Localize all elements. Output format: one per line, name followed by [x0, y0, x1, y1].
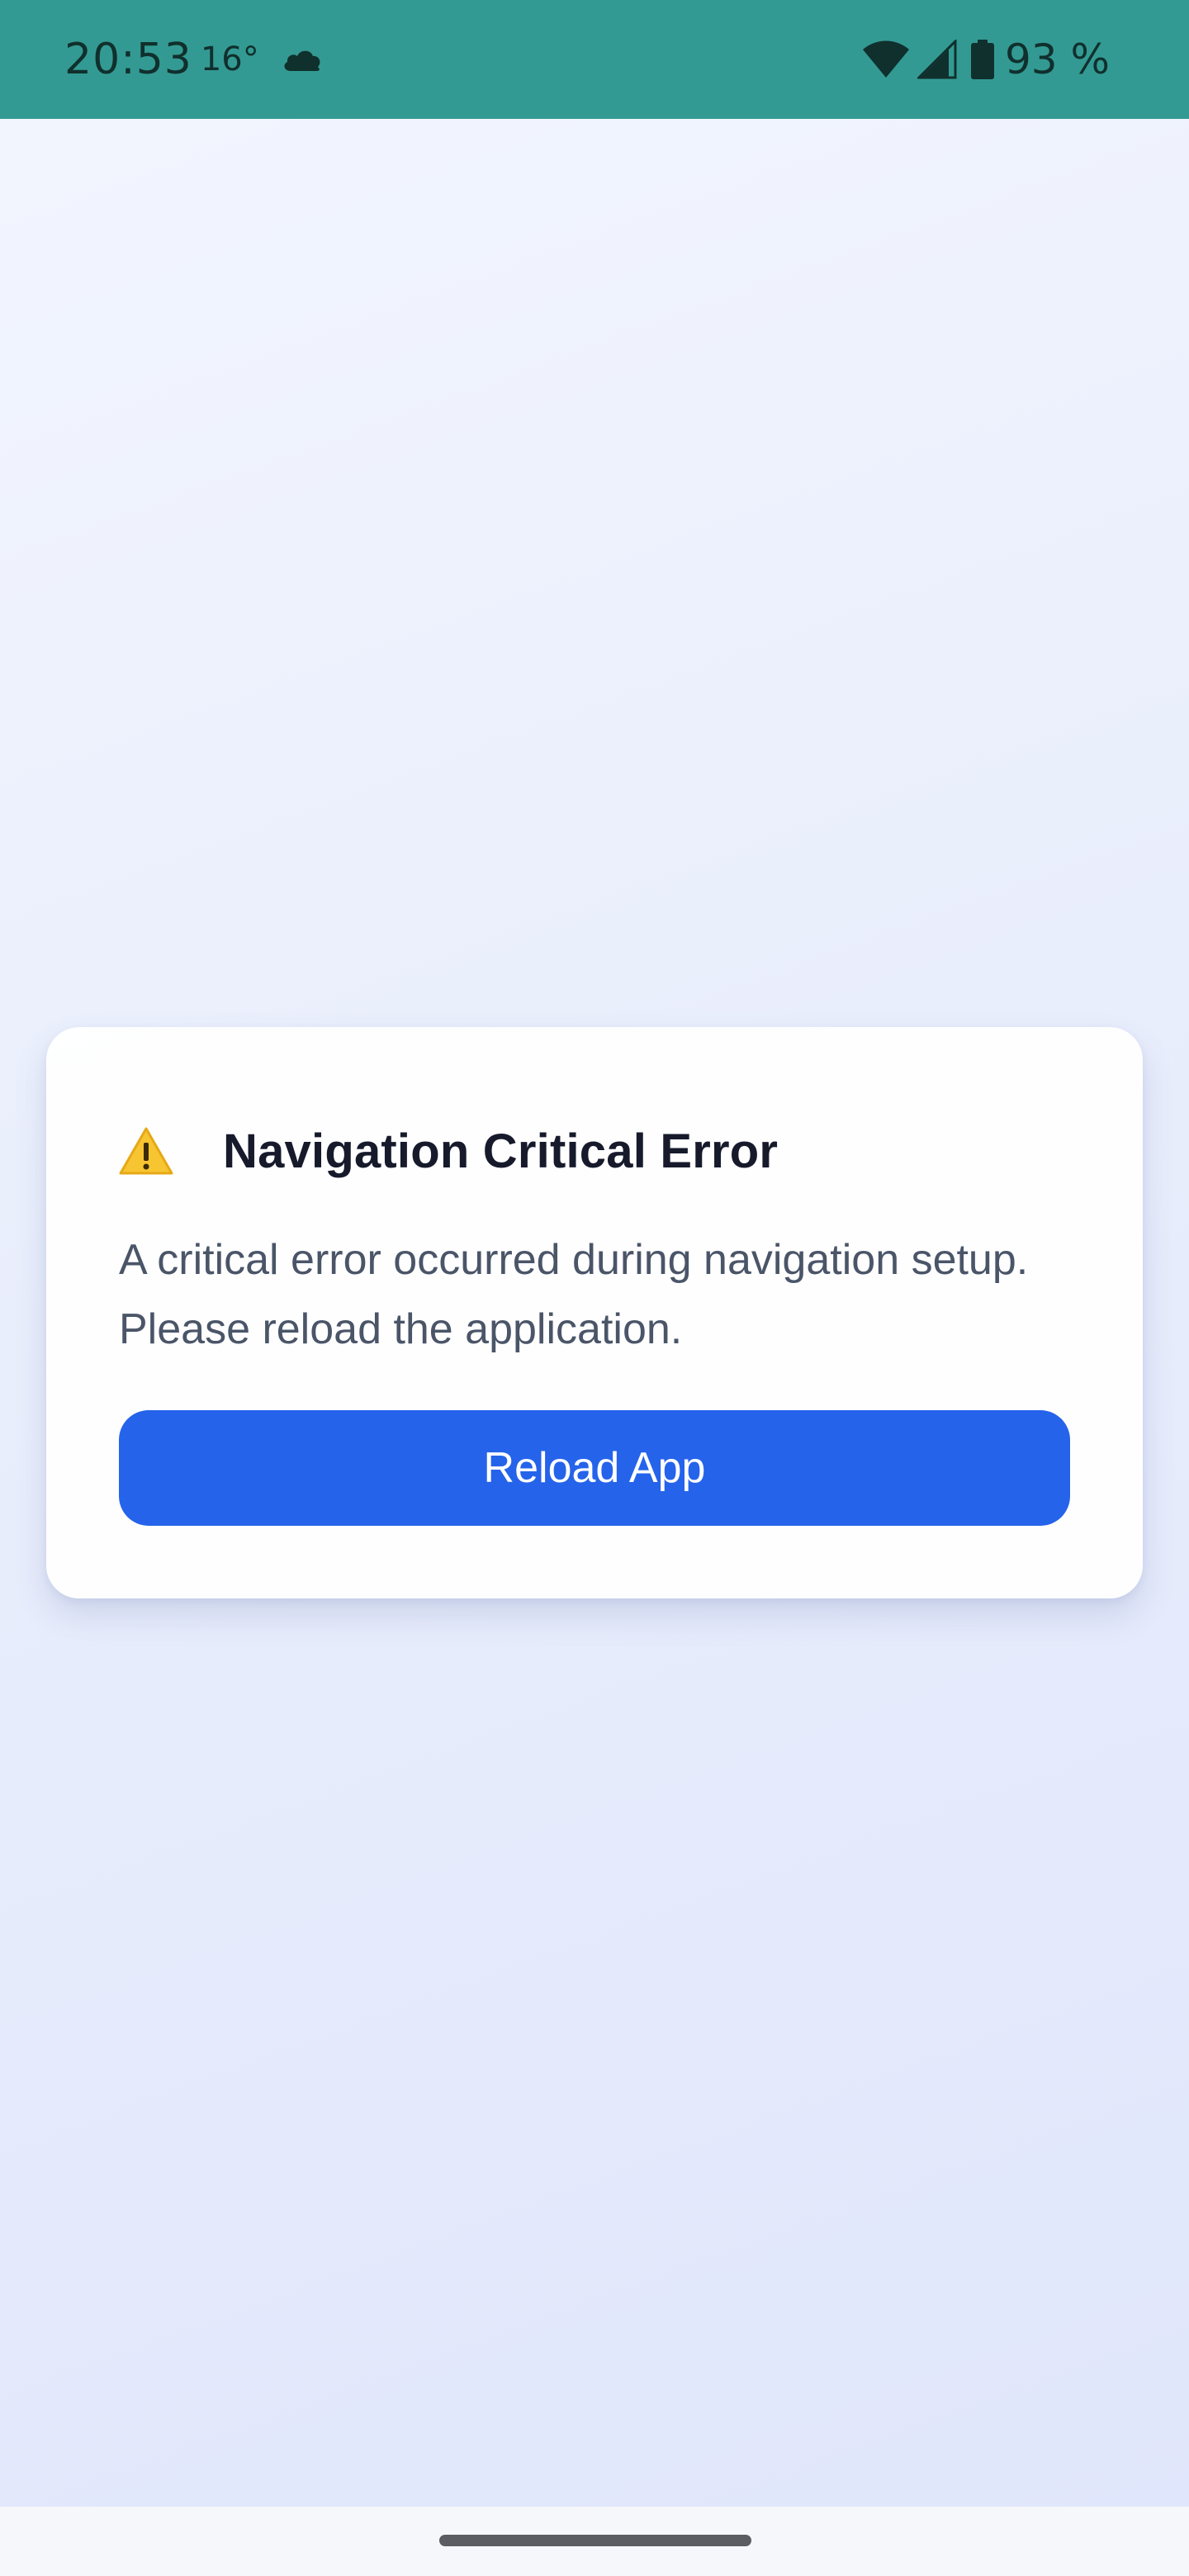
navigation-bar	[0, 2507, 1189, 2576]
status-right: 93 %	[861, 0, 1110, 119]
status-temperature: 16°	[200, 40, 259, 78]
cloud-icon	[281, 46, 324, 73]
cellular-signal-icon	[911, 40, 957, 79]
card-header: Navigation Critical Error	[119, 1118, 778, 1184]
status-time: 20:53	[64, 35, 192, 84]
error-title: Navigation Critical Error	[223, 1124, 779, 1178]
status-left: 20:53 16°	[64, 0, 324, 119]
status-bar: 20:53 16° 93 %	[0, 0, 1189, 119]
battery-percentage: 93 %	[1004, 36, 1110, 83]
error-message: A critical error occurred during navigat…	[119, 1236, 1029, 1353]
error-card: Navigation Critical Error A critical err…	[46, 1027, 1143, 1598]
home-gesture-handle[interactable]	[439, 2535, 751, 2546]
warning-icon	[119, 1126, 173, 1176]
reload-app-button[interactable]: Reload App	[119, 1410, 1070, 1526]
battery-icon	[957, 40, 995, 79]
wifi-icon	[861, 40, 911, 79]
